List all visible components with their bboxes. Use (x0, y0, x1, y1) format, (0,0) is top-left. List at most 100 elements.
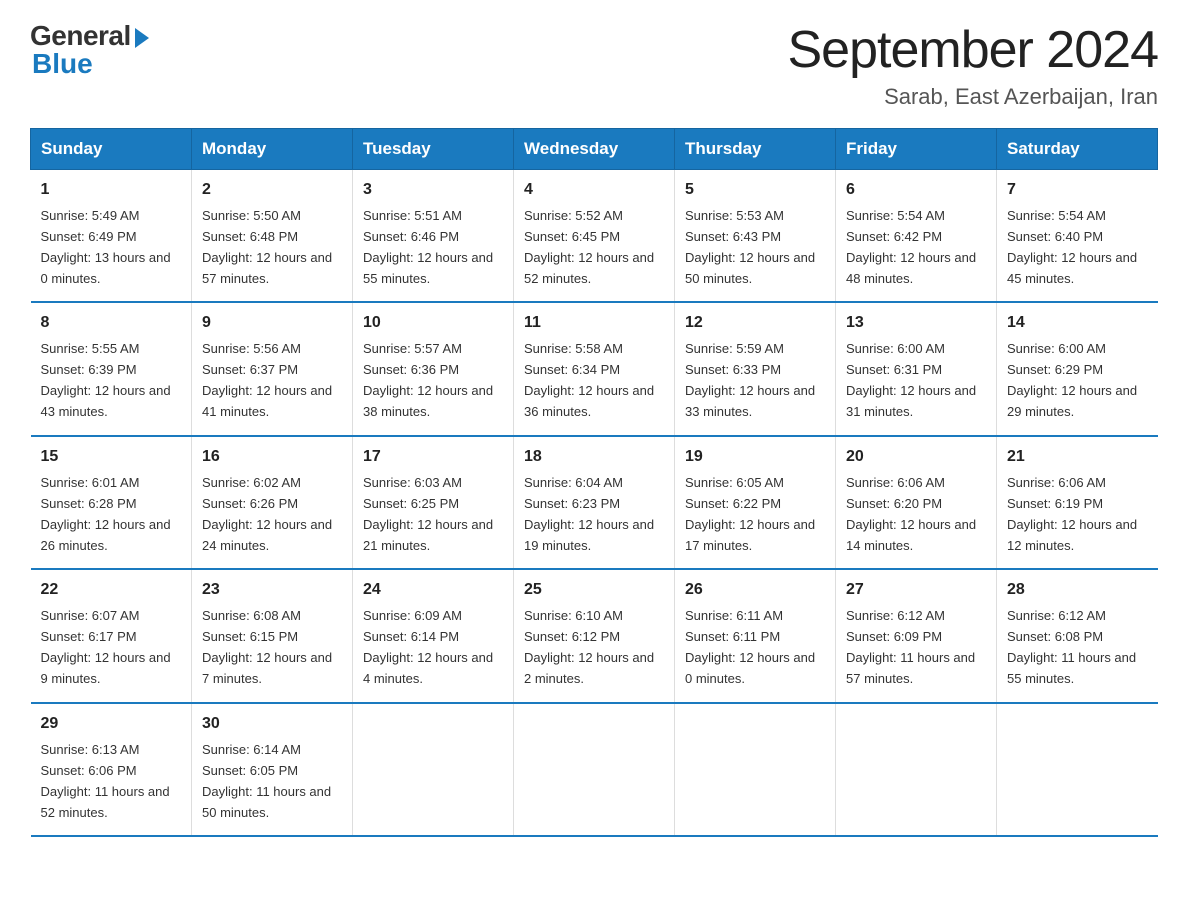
day-number: 2 (202, 178, 342, 203)
calendar-cell: 4 Sunrise: 5:52 AMSunset: 6:45 PMDayligh… (514, 170, 675, 303)
day-number: 10 (363, 311, 503, 336)
day-number: 14 (1007, 311, 1148, 336)
logo-arrow-icon (135, 28, 149, 48)
day-number: 5 (685, 178, 825, 203)
day-number: 29 (41, 712, 182, 737)
calendar-cell (353, 703, 514, 836)
day-info: Sunrise: 6:09 AMSunset: 6:14 PMDaylight:… (363, 608, 493, 686)
calendar-week-row: 22 Sunrise: 6:07 AMSunset: 6:17 PMDaylig… (31, 569, 1158, 702)
calendar-cell: 29 Sunrise: 6:13 AMSunset: 6:06 PMDaylig… (31, 703, 192, 836)
day-number: 6 (846, 178, 986, 203)
calendar-cell: 30 Sunrise: 6:14 AMSunset: 6:05 PMDaylig… (192, 703, 353, 836)
day-info: Sunrise: 6:13 AMSunset: 6:06 PMDaylight:… (41, 742, 170, 820)
day-info: Sunrise: 5:54 AMSunset: 6:40 PMDaylight:… (1007, 208, 1137, 286)
calendar-cell (997, 703, 1158, 836)
weekday-header-friday: Friday (836, 129, 997, 170)
day-info: Sunrise: 6:06 AMSunset: 6:19 PMDaylight:… (1007, 475, 1137, 553)
calendar-cell: 20 Sunrise: 6:06 AMSunset: 6:20 PMDaylig… (836, 436, 997, 569)
calendar-cell: 2 Sunrise: 5:50 AMSunset: 6:48 PMDayligh… (192, 170, 353, 303)
day-info: Sunrise: 6:01 AMSunset: 6:28 PMDaylight:… (41, 475, 171, 553)
day-number: 19 (685, 445, 825, 470)
calendar-week-row: 15 Sunrise: 6:01 AMSunset: 6:28 PMDaylig… (31, 436, 1158, 569)
calendar-cell: 5 Sunrise: 5:53 AMSunset: 6:43 PMDayligh… (675, 170, 836, 303)
day-number: 25 (524, 578, 664, 603)
day-info: Sunrise: 6:07 AMSunset: 6:17 PMDaylight:… (41, 608, 171, 686)
day-info: Sunrise: 6:00 AMSunset: 6:29 PMDaylight:… (1007, 341, 1137, 419)
calendar-cell: 26 Sunrise: 6:11 AMSunset: 6:11 PMDaylig… (675, 569, 836, 702)
day-info: Sunrise: 5:55 AMSunset: 6:39 PMDaylight:… (41, 341, 171, 419)
day-number: 27 (846, 578, 986, 603)
calendar-cell: 22 Sunrise: 6:07 AMSunset: 6:17 PMDaylig… (31, 569, 192, 702)
calendar-cell: 12 Sunrise: 5:59 AMSunset: 6:33 PMDaylig… (675, 302, 836, 435)
day-info: Sunrise: 6:12 AMSunset: 6:09 PMDaylight:… (846, 608, 975, 686)
day-info: Sunrise: 6:10 AMSunset: 6:12 PMDaylight:… (524, 608, 654, 686)
day-number: 3 (363, 178, 503, 203)
weekday-header-tuesday: Tuesday (353, 129, 514, 170)
calendar-cell: 14 Sunrise: 6:00 AMSunset: 6:29 PMDaylig… (997, 302, 1158, 435)
logo-blue-text: Blue (32, 48, 93, 80)
calendar-table: SundayMondayTuesdayWednesdayThursdayFrid… (30, 128, 1158, 837)
calendar-cell: 27 Sunrise: 6:12 AMSunset: 6:09 PMDaylig… (836, 569, 997, 702)
day-number: 24 (363, 578, 503, 603)
weekday-header-sunday: Sunday (31, 129, 192, 170)
day-number: 12 (685, 311, 825, 336)
day-info: Sunrise: 5:54 AMSunset: 6:42 PMDaylight:… (846, 208, 976, 286)
day-number: 22 (41, 578, 182, 603)
calendar-cell: 16 Sunrise: 6:02 AMSunset: 6:26 PMDaylig… (192, 436, 353, 569)
day-info: Sunrise: 5:59 AMSunset: 6:33 PMDaylight:… (685, 341, 815, 419)
calendar-cell: 23 Sunrise: 6:08 AMSunset: 6:15 PMDaylig… (192, 569, 353, 702)
day-info: Sunrise: 6:05 AMSunset: 6:22 PMDaylight:… (685, 475, 815, 553)
day-info: Sunrise: 6:14 AMSunset: 6:05 PMDaylight:… (202, 742, 331, 820)
day-number: 16 (202, 445, 342, 470)
calendar-cell: 24 Sunrise: 6:09 AMSunset: 6:14 PMDaylig… (353, 569, 514, 702)
calendar-cell: 13 Sunrise: 6:00 AMSunset: 6:31 PMDaylig… (836, 302, 997, 435)
day-info: Sunrise: 5:50 AMSunset: 6:48 PMDaylight:… (202, 208, 332, 286)
calendar-title: September 2024 (788, 20, 1159, 80)
weekday-header-wednesday: Wednesday (514, 129, 675, 170)
day-info: Sunrise: 5:49 AMSunset: 6:49 PMDaylight:… (41, 208, 171, 286)
day-number: 9 (202, 311, 342, 336)
day-number: 18 (524, 445, 664, 470)
calendar-week-row: 1 Sunrise: 5:49 AMSunset: 6:49 PMDayligh… (31, 170, 1158, 303)
day-info: Sunrise: 6:02 AMSunset: 6:26 PMDaylight:… (202, 475, 332, 553)
calendar-cell: 19 Sunrise: 6:05 AMSunset: 6:22 PMDaylig… (675, 436, 836, 569)
calendar-cell: 3 Sunrise: 5:51 AMSunset: 6:46 PMDayligh… (353, 170, 514, 303)
calendar-cell: 25 Sunrise: 6:10 AMSunset: 6:12 PMDaylig… (514, 569, 675, 702)
day-number: 4 (524, 178, 664, 203)
calendar-cell: 10 Sunrise: 5:57 AMSunset: 6:36 PMDaylig… (353, 302, 514, 435)
calendar-cell (675, 703, 836, 836)
day-number: 26 (685, 578, 825, 603)
calendar-cell: 6 Sunrise: 5:54 AMSunset: 6:42 PMDayligh… (836, 170, 997, 303)
day-number: 21 (1007, 445, 1148, 470)
weekday-header-thursday: Thursday (675, 129, 836, 170)
day-number: 20 (846, 445, 986, 470)
day-info: Sunrise: 6:06 AMSunset: 6:20 PMDaylight:… (846, 475, 976, 553)
day-number: 15 (41, 445, 182, 470)
calendar-cell (514, 703, 675, 836)
calendar-week-row: 29 Sunrise: 6:13 AMSunset: 6:06 PMDaylig… (31, 703, 1158, 836)
calendar-cell: 1 Sunrise: 5:49 AMSunset: 6:49 PMDayligh… (31, 170, 192, 303)
day-info: Sunrise: 6:00 AMSunset: 6:31 PMDaylight:… (846, 341, 976, 419)
calendar-cell: 11 Sunrise: 5:58 AMSunset: 6:34 PMDaylig… (514, 302, 675, 435)
day-info: Sunrise: 5:57 AMSunset: 6:36 PMDaylight:… (363, 341, 493, 419)
day-number: 7 (1007, 178, 1148, 203)
day-number: 13 (846, 311, 986, 336)
day-info: Sunrise: 5:58 AMSunset: 6:34 PMDaylight:… (524, 341, 654, 419)
calendar-cell: 15 Sunrise: 6:01 AMSunset: 6:28 PMDaylig… (31, 436, 192, 569)
calendar-cell: 21 Sunrise: 6:06 AMSunset: 6:19 PMDaylig… (997, 436, 1158, 569)
day-info: Sunrise: 5:51 AMSunset: 6:46 PMDaylight:… (363, 208, 493, 286)
day-info: Sunrise: 6:03 AMSunset: 6:25 PMDaylight:… (363, 475, 493, 553)
day-info: Sunrise: 6:04 AMSunset: 6:23 PMDaylight:… (524, 475, 654, 553)
day-info: Sunrise: 6:08 AMSunset: 6:15 PMDaylight:… (202, 608, 332, 686)
calendar-cell: 9 Sunrise: 5:56 AMSunset: 6:37 PMDayligh… (192, 302, 353, 435)
weekday-header-monday: Monday (192, 129, 353, 170)
day-number: 30 (202, 712, 342, 737)
calendar-cell: 8 Sunrise: 5:55 AMSunset: 6:39 PMDayligh… (31, 302, 192, 435)
calendar-week-row: 8 Sunrise: 5:55 AMSunset: 6:39 PMDayligh… (31, 302, 1158, 435)
day-info: Sunrise: 6:12 AMSunset: 6:08 PMDaylight:… (1007, 608, 1136, 686)
calendar-header: SundayMondayTuesdayWednesdayThursdayFrid… (31, 129, 1158, 170)
day-number: 17 (363, 445, 503, 470)
day-number: 11 (524, 311, 664, 336)
calendar-cell (836, 703, 997, 836)
title-block: September 2024 Sarab, East Azerbaijan, I… (788, 20, 1159, 110)
